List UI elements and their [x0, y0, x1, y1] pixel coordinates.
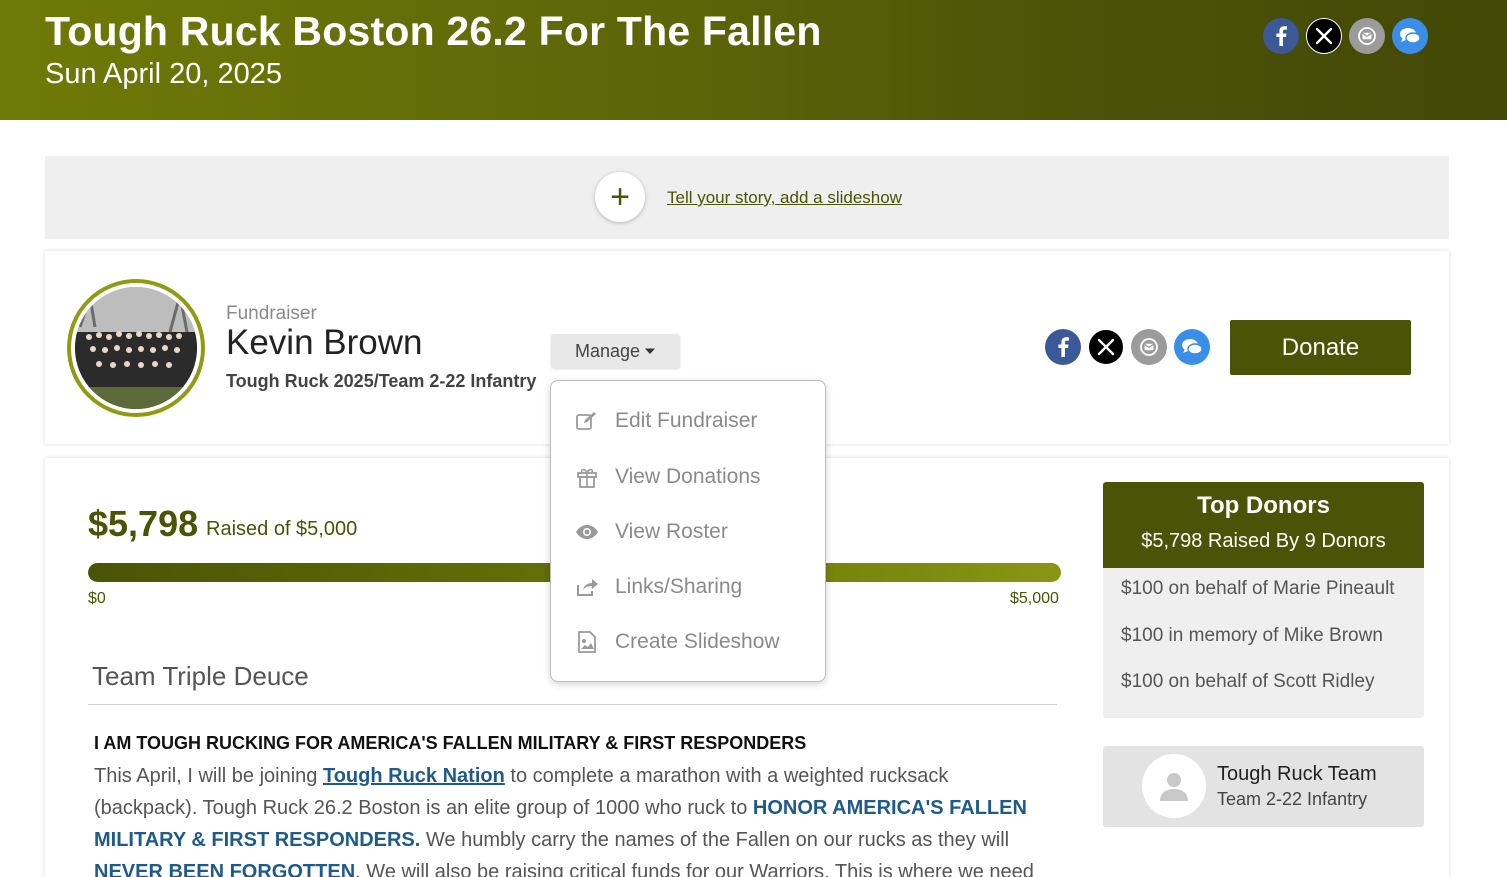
x-icon [1097, 338, 1115, 356]
x-share-button[interactable] [1306, 18, 1342, 54]
menu-item-create-slideshow[interactable]: Create Slideshow [551, 619, 825, 665]
manage-button[interactable]: Manage [551, 334, 680, 368]
facebook-icon [1276, 26, 1287, 46]
raised-amount: $5,798 [88, 503, 199, 544]
donor-row: $100 on behalf of Marie Pineault [1121, 578, 1395, 599]
event-title: Tough Ruck Boston 26.2 For The Fallen [45, 8, 822, 54]
fundraiser-avatar [67, 279, 205, 417]
facebook-share-button[interactable] [1045, 329, 1081, 365]
fundraiser-share-buttons [1045, 329, 1210, 365]
messenger-icon [1400, 28, 1421, 44]
fundraiser-name: Kevin Brown [226, 323, 423, 362]
group-photo [75, 287, 197, 409]
tough-ruck-nation-link[interactable]: Tough Ruck Nation [323, 765, 505, 787]
event-date: Sun April 20, 2025 [45, 58, 283, 90]
manage-dropdown-menu: Edit Fundraiser View Donations View Rost… [550, 380, 826, 682]
email-icon [1140, 338, 1158, 356]
story-heading: I AM TOUGH RUCKING FOR AMERICA'S FALLEN … [94, 733, 807, 753]
menu-item-edit-fundraiser[interactable]: Edit Fundraiser [551, 398, 825, 444]
menu-item-label: Create Slideshow [615, 630, 780, 653]
progress-min-label: $0 [88, 590, 106, 607]
image-icon [575, 630, 599, 654]
top-donors-subtitle: $5,798 Raised By 9 Donors [1141, 530, 1386, 552]
menu-item-view-roster[interactable]: View Roster [551, 509, 825, 555]
team-avatar [1142, 754, 1206, 818]
team-subtitle: Team 2-22 Infantry [1217, 789, 1368, 809]
top-donors-title: Top Donors [1197, 492, 1330, 519]
menu-item-label: View Donations [615, 465, 761, 488]
donate-button[interactable]: Donate [1230, 320, 1411, 375]
email-share-button[interactable] [1349, 18, 1385, 54]
x-share-button[interactable] [1088, 329, 1124, 365]
eye-icon [575, 520, 599, 544]
add-story-link[interactable]: Tell your story, add a slideshow [667, 188, 902, 208]
progress-max-label: $5,000 [1010, 590, 1059, 607]
edit-icon [575, 409, 599, 433]
top-donors-panel: Top Donors $5,798 Raised By 9 Donors $10… [1103, 482, 1424, 718]
donor-row: $100 on behalf of Scott Ridley [1121, 671, 1375, 692]
donor-row: $100 in memory of Mike Brown [1121, 625, 1383, 646]
manage-label: Manage [574, 340, 641, 361]
caret-down-icon [645, 348, 656, 354]
raised-goal-text: Raised of $5,000 [206, 518, 358, 540]
fundraiser-label: Fundraiser [226, 303, 317, 324]
story-text: This April, I will be joining Tough Ruck… [94, 765, 1034, 877]
facebook-icon [1058, 337, 1069, 357]
menu-item-label: View Roster [615, 520, 728, 543]
team-name: Tough Ruck Team [1217, 763, 1377, 785]
fundraiser-team: Tough Ruck 2025/Team 2-22 Infantry [226, 371, 537, 391]
divider [88, 704, 1057, 705]
facebook-share-button[interactable] [1263, 18, 1299, 54]
event-header: Tough Ruck Boston 26.2 For The Fallen Su… [0, 0, 1507, 120]
header-share-buttons [1263, 18, 1428, 54]
email-share-button[interactable] [1131, 329, 1167, 365]
user-icon [1160, 773, 1188, 801]
menu-item-label: Edit Fundraiser [615, 409, 758, 432]
menu-item-label: Links/Sharing [615, 575, 743, 598]
top-donors-header: Top Donors $5,798 Raised By 9 Donors [1103, 482, 1424, 568]
team-card[interactable]: Tough Ruck Team Team 2-22 Infantry [1103, 746, 1424, 827]
menu-item-view-donations[interactable]: View Donations [551, 454, 825, 500]
share-icon [575, 575, 599, 599]
add-story-button[interactable]: + [595, 172, 645, 222]
gift-icon [575, 465, 599, 489]
team-heading: Team Triple Deuce [92, 661, 309, 691]
messenger-icon [1182, 339, 1203, 355]
messenger-share-button[interactable] [1392, 18, 1428, 54]
email-icon [1358, 27, 1376, 45]
menu-item-links-sharing[interactable]: Links/Sharing [551, 564, 825, 610]
messenger-share-button[interactable] [1174, 329, 1210, 365]
x-icon [1315, 27, 1333, 45]
